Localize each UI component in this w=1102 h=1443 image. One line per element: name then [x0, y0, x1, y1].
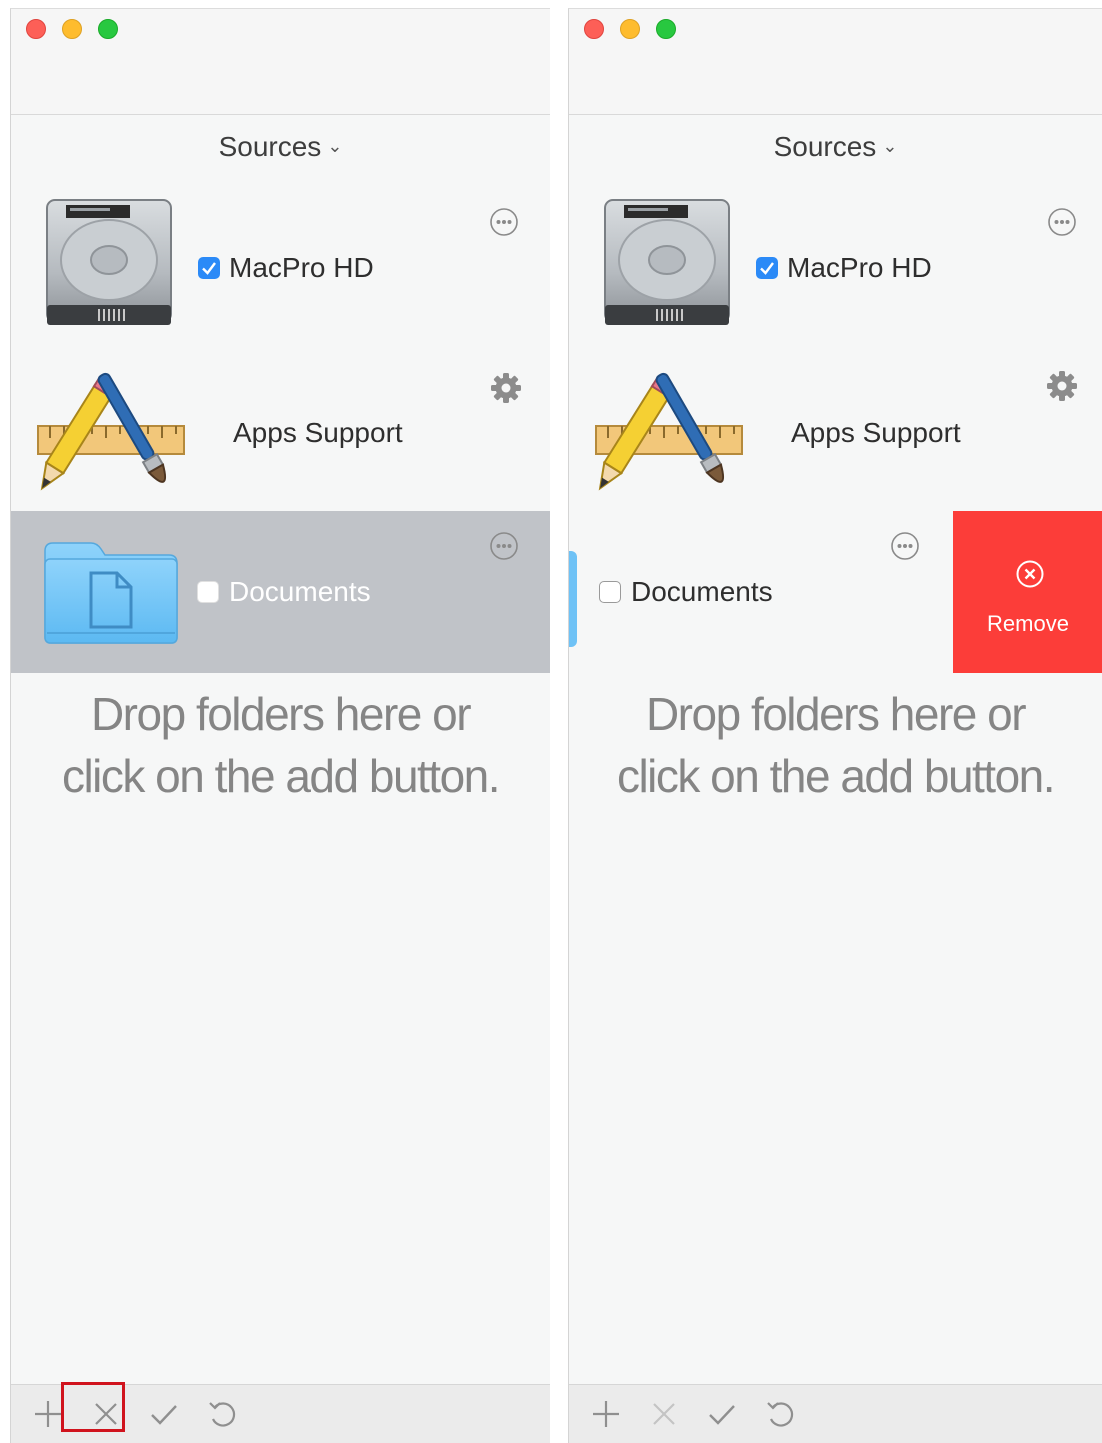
- sources-label: Sources: [773, 131, 877, 162]
- source-row-apps-support[interactable]: Apps Support: [569, 349, 1102, 509]
- close-window-button[interactable]: [584, 19, 604, 39]
- gear-icon[interactable]: [1046, 370, 1078, 402]
- more-icon[interactable]: [489, 531, 519, 561]
- undo-icon[interactable]: [205, 1397, 239, 1431]
- remove-circle-icon: [1015, 559, 1045, 589]
- source-checkbox-macpro-hd[interactable]: [756, 257, 778, 279]
- hard-drive-icon: [44, 197, 174, 332]
- drop-hint-line-2: click on the add button.: [616, 750, 1056, 802]
- remove-label: Remove: [987, 611, 1069, 636]
- checkmark-icon: [756, 257, 778, 279]
- highlight-annotation: [61, 1382, 125, 1432]
- bottom-toolbar: [569, 1384, 1102, 1443]
- source-name: Apps Support: [233, 417, 403, 448]
- sources-label: Sources: [218, 131, 322, 162]
- minimize-window-button[interactable]: [620, 19, 640, 39]
- applications-icon: [594, 364, 744, 504]
- folder-icon: [569, 551, 579, 647]
- chevron-down-icon: ⌄: [882, 136, 898, 156]
- hard-drive-icon: [602, 197, 732, 332]
- source-row-macpro-hd[interactable]: MacPro HD: [11, 189, 550, 349]
- more-icon[interactable]: [890, 531, 920, 561]
- undo-icon[interactable]: [763, 1397, 797, 1431]
- sources-menu[interactable]: Sources ⌄: [569, 131, 1102, 163]
- folder-icon: [41, 537, 181, 647]
- minimize-window-button[interactable]: [62, 19, 82, 39]
- plus-icon[interactable]: [31, 1397, 65, 1431]
- applications-icon: [36, 364, 186, 504]
- checkmark-icon[interactable]: [147, 1397, 181, 1431]
- sources-window-left: Sources ⌄ MacPro HD Apps Support Document…: [10, 8, 550, 1443]
- source-checkbox-macpro-hd[interactable]: [198, 257, 220, 279]
- drop-hint-line-1: Drop folders here or: [90, 688, 472, 740]
- more-icon[interactable]: [489, 207, 519, 237]
- checkmark-icon: [198, 257, 220, 279]
- title-bar: [11, 9, 550, 115]
- sources-window-right: Sources ⌄ MacPro HD Apps Support Document…: [568, 8, 1102, 1443]
- zoom-window-button[interactable]: [656, 19, 676, 39]
- source-row-macpro-hd[interactable]: MacPro HD: [569, 189, 1102, 349]
- more-icon[interactable]: [1047, 207, 1077, 237]
- source-row-documents[interactable]: Documents: [11, 511, 550, 673]
- drop-zone-hint[interactable]: Drop folders here or click on the add bu…: [569, 683, 1102, 807]
- source-name: Apps Support: [791, 417, 961, 448]
- close-icon[interactable]: [647, 1397, 681, 1431]
- source-checkbox-documents[interactable]: [197, 581, 219, 603]
- remove-button[interactable]: Remove: [953, 511, 1102, 673]
- drop-hint-line-2: click on the add button.: [61, 750, 501, 802]
- sources-menu[interactable]: Sources ⌄: [11, 131, 550, 163]
- drop-hint-line-1: Drop folders here or: [645, 688, 1027, 740]
- source-name: MacPro HD: [229, 252, 374, 283]
- zoom-window-button[interactable]: [98, 19, 118, 39]
- title-bar: [569, 9, 1102, 115]
- source-name: Documents: [631, 576, 773, 607]
- chevron-down-icon: ⌄: [327, 136, 343, 156]
- gear-icon[interactable]: [490, 372, 522, 404]
- drop-zone-hint[interactable]: Drop folders here or click on the add bu…: [11, 683, 550, 807]
- close-window-button[interactable]: [26, 19, 46, 39]
- source-name: Documents: [229, 576, 371, 607]
- source-name: MacPro HD: [787, 252, 932, 283]
- source-row-apps-support[interactable]: Apps Support: [11, 349, 550, 509]
- plus-icon[interactable]: [589, 1397, 623, 1431]
- source-checkbox-documents[interactable]: [599, 581, 621, 603]
- checkmark-icon[interactable]: [705, 1397, 739, 1431]
